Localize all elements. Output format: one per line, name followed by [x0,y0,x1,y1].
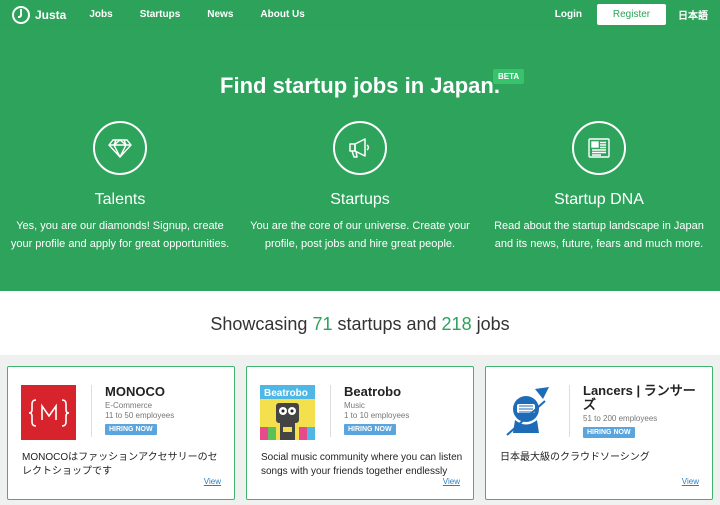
startup-size: 51 to 200 employees [583,414,658,423]
card-divider [330,385,331,437]
feature-text: Read about the startup landscape in Japa… [494,220,704,250]
startup-description: 日本最大級のクラウドソーシング [500,452,650,463]
hero-title: Find startup jobs in Japan. [220,73,500,98]
feature-text: You are the core of our universe. Create… [250,220,470,250]
startup-size: 11 to 50 employees [105,411,175,420]
job-count: 218 [441,314,472,334]
startup-description: MONOCOはファッションアクセサリーのセレクトショップです [22,452,218,477]
diamond-icon [93,121,147,175]
monoco-logo [21,385,76,440]
feature-title: Talents [94,191,146,208]
top-navbar: Justa Jobs Startups News About Us Login … [0,0,720,29]
view-link[interactable]: View [443,477,460,486]
beta-badge: BETA [493,69,525,84]
view-link[interactable]: View [682,477,699,486]
feature-text: Yes, you are our diamonds! Signup, creat… [10,220,230,250]
nav-link-startups[interactable]: Startups [140,9,181,20]
nav-link-jobs[interactable]: Jobs [89,9,112,20]
startup-card-monoco[interactable]: MONOCO E-Commerce 11 to 50 employees HIR… [7,366,235,500]
nav-link-about-us[interactable]: About Us [260,9,304,20]
register-button[interactable]: Register [597,4,666,25]
newspaper-icon [572,121,626,175]
hero-section: Find startup jobs in Japan. BETA Talents… [0,29,720,291]
hiring-badge: HIRING NOW [105,424,157,435]
justa-logo-icon [12,5,30,24]
feature-title: Startups [330,191,390,208]
startup-category: E-Commerce [105,401,153,410]
stats-prefix: Showcasing [210,314,313,334]
justa-logo[interactable]: Justa [12,5,67,24]
nav-link-news[interactable]: News [207,9,233,20]
view-link[interactable]: View [204,477,221,486]
startup-count: 71 [312,314,333,334]
card-divider [91,385,92,437]
beatrobo-logo: Beatrobo [260,385,315,440]
language-switch[interactable]: 日本語 [678,7,708,22]
hiring-badge: HIRING NOW [583,427,635,438]
startup-description: Social music community where you can lis… [261,452,463,477]
main-nav: Jobs Startups News About Us [89,9,331,20]
startup-size: 1 to 10 employees [344,411,410,420]
startup-card-beatrobo[interactable]: Beatrobo Beatrobo Music 1 to 10 employee… [246,366,474,500]
startup-name[interactable]: MONOCO [105,384,165,399]
feature-title: Startup DNA [554,191,644,208]
nav-right: Login Register 日本語 [555,0,720,29]
login-link[interactable]: Login [555,9,582,20]
stats-suffix: jobs [471,314,510,334]
feature-startup-dna: Startup DNA Read about the startup lands… [484,121,714,253]
megaphone-icon [333,121,387,175]
startup-card-lancers[interactable]: Lancers | ランサーズ 51 to 200 employees HIRI… [485,366,713,500]
lancers-logo [499,385,554,440]
svg-text:Beatrobo: Beatrobo [264,388,308,399]
stats-middle: startups and [332,314,442,334]
startup-name[interactable]: Beatrobo [344,384,401,399]
feature-startups: Startups You are the core of our univers… [245,121,475,253]
stats-headline: Showcasing 71 startups and 218 jobs [0,314,720,335]
feature-talents: Talents Yes, you are our diamonds! Signu… [5,121,235,253]
card-divider [569,385,570,437]
hiring-badge: HIRING NOW [344,424,396,435]
startup-category: Music [344,401,365,410]
brand-name: Justa [35,7,67,22]
startup-name[interactable]: Lancers | ランサーズ [583,384,701,412]
